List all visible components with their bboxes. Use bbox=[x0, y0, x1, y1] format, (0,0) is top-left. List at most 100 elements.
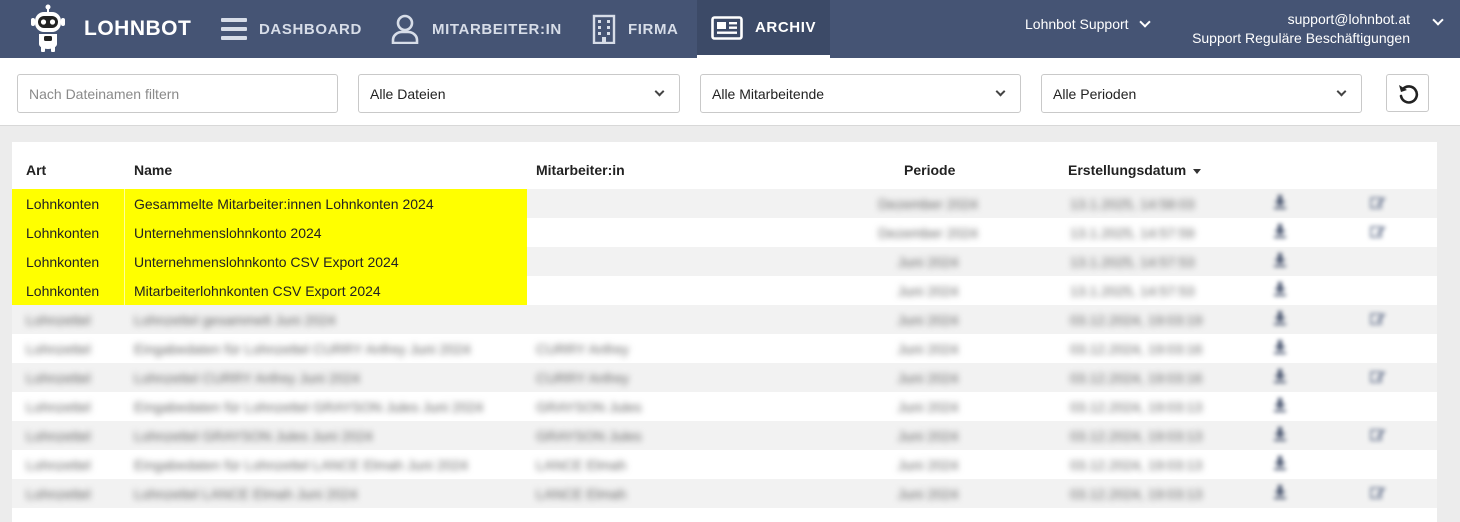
edit-icon[interactable] bbox=[1370, 427, 1386, 444]
cell-period: Dezember 2024 bbox=[878, 196, 978, 212]
download-icon[interactable] bbox=[1274, 224, 1286, 241]
archive-table: Art Name Mitarbeiter:in Periode Erstellu… bbox=[12, 142, 1437, 522]
cell-period: Dezember 2024 bbox=[878, 225, 978, 241]
cell-period: Juni 2024 bbox=[897, 428, 959, 444]
col-employee[interactable]: Mitarbeiter:in bbox=[536, 162, 625, 178]
edit-icon[interactable] bbox=[1370, 224, 1386, 241]
download-icon[interactable] bbox=[1274, 195, 1286, 212]
files-select[interactable]: Alle Dateien bbox=[358, 74, 680, 113]
brand[interactable]: LOHNBOT bbox=[30, 4, 191, 54]
table-row[interactable]: Lohnkonten Unternehmenslohnkonto 2024 Deze… bbox=[12, 218, 1437, 247]
nav-employees[interactable]: MITARBEITER:IN bbox=[390, 0, 570, 58]
download-icon[interactable] bbox=[1274, 340, 1286, 357]
nav-company[interactable]: FIRMA bbox=[592, 0, 692, 58]
cell-created: 03.12.2024, 19:03:13 bbox=[1070, 399, 1203, 415]
nav-dashboard[interactable]: DASHBOARD bbox=[221, 0, 371, 58]
edit-icon[interactable] bbox=[1370, 311, 1386, 328]
cell-type: Lohnkonten bbox=[26, 225, 100, 241]
download-icon[interactable] bbox=[1274, 311, 1286, 328]
support-dropdown[interactable]: Lohnbot Support bbox=[1025, 16, 1151, 32]
cell-name[interactable]: Mitarbeiterlohnkonten CSV Export 2024 bbox=[134, 283, 381, 299]
highlight-divider bbox=[124, 218, 125, 247]
periods-select[interactable]: Alle Perioden bbox=[1041, 74, 1362, 113]
col-created-label: Erstellungsdatum bbox=[1068, 162, 1187, 178]
cell-name[interactable]: Unternehmenslohnkonto 2024 bbox=[134, 225, 322, 241]
col-name[interactable]: Name bbox=[134, 162, 172, 178]
chevron-down-icon bbox=[654, 86, 665, 97]
cell-type: Lohnkonten bbox=[26, 283, 100, 299]
download-icon[interactable] bbox=[1274, 282, 1286, 299]
cell-name[interactable]: Unternehmenslohnkonto CSV Export 2024 bbox=[134, 254, 399, 270]
col-type[interactable]: Art bbox=[26, 162, 46, 178]
cell-name[interactable]: Lohnzettel gesammelt Juni 2024 bbox=[134, 312, 336, 328]
cell-created: 13.1.2025, 14:57:53 bbox=[1070, 254, 1195, 270]
account-email: support@lohnbot.at bbox=[1287, 11, 1410, 27]
menu-icon bbox=[221, 17, 247, 41]
cell-employee: LANCE Elmah bbox=[536, 457, 627, 473]
nav-archive-label: ARCHIV bbox=[755, 19, 817, 36]
table-row[interactable]: Lohnzettel Eingabedaten für Lohnzettel LA… bbox=[12, 450, 1437, 479]
cell-period: Juni 2024 bbox=[897, 399, 959, 415]
cell-name[interactable]: Eingabedaten für Lohnzettel LANCE Elmah … bbox=[134, 457, 468, 473]
table-row[interactable]: Lohnzettel Lohnzettel GRAYSON Jules Juni … bbox=[12, 421, 1437, 450]
newspaper-icon bbox=[711, 15, 743, 40]
cell-name[interactable]: Lohnzettel CURRY Anfrey Juni 2024 bbox=[134, 370, 360, 386]
cell-created: 03.12.2024, 19:03:13 bbox=[1070, 486, 1203, 502]
download-icon[interactable] bbox=[1274, 398, 1286, 415]
table-row[interactable]: Lohnkonten Mitarbeiterlohnkonten CSV Expo… bbox=[12, 276, 1437, 305]
account-menu[interactable]: support@lohnbot.at Support Reguläre Besc… bbox=[1192, 10, 1410, 48]
cell-type: Lohnzettel bbox=[26, 428, 91, 444]
chevron-down-icon[interactable] bbox=[1432, 14, 1444, 26]
chevron-down-icon bbox=[1336, 86, 1347, 97]
download-icon[interactable] bbox=[1274, 253, 1286, 270]
download-icon[interactable] bbox=[1274, 456, 1286, 473]
cell-type: Lohnzettel bbox=[26, 341, 91, 357]
table-row[interactable]: Lohnzettel Lohnzettel CURRY Anfrey Juni 2… bbox=[12, 363, 1437, 392]
sort-desc-icon bbox=[1193, 168, 1202, 174]
cell-created: 03.12.2024, 19:03:19 bbox=[1070, 312, 1203, 328]
download-icon[interactable] bbox=[1274, 485, 1286, 502]
table-row[interactable]: Lohnkonten Gesammelte Mitarbeiter:innen L… bbox=[12, 189, 1437, 218]
cell-type: Lohnkonten bbox=[26, 254, 100, 270]
filename-filter[interactable] bbox=[17, 74, 338, 113]
cell-name[interactable]: Lohnzettel LANCE Elmah Juni 2024 bbox=[134, 486, 357, 502]
cell-created: 03.12.2024, 19:03:16 bbox=[1070, 341, 1203, 357]
cell-employee: CURRY Anfrey bbox=[536, 370, 629, 386]
cell-name[interactable]: Eingabedaten für Lohnzettel CURRY Anfrey… bbox=[134, 341, 471, 357]
filename-filter-input[interactable] bbox=[29, 85, 337, 102]
cell-created: 13.1.2025, 14:57:53 bbox=[1070, 283, 1195, 299]
cell-name[interactable]: Eingabedaten für Lohnzettel GRAYSON Jule… bbox=[134, 399, 483, 415]
table-header: Art Name Mitarbeiter:in Periode Erstellu… bbox=[12, 142, 1437, 189]
table-row[interactable]: Lohnzettel Eingabedaten für Lohnzettel GR… bbox=[12, 392, 1437, 421]
cell-employee: GRAYSON Jules bbox=[536, 428, 642, 444]
edit-icon[interactable] bbox=[1370, 369, 1386, 386]
cell-period: Juni 2024 bbox=[897, 283, 959, 299]
brand-name: LOHNBOT bbox=[84, 17, 192, 40]
table-row[interactable]: Lohnzettel Eingabedaten für Lohnzettel CU… bbox=[12, 334, 1437, 363]
cell-period: Juni 2024 bbox=[897, 486, 959, 502]
cell-created: 13.1.2025, 14:58:03 bbox=[1070, 196, 1195, 212]
nav-employees-label: MITARBEITER:IN bbox=[432, 20, 562, 38]
cell-type: Lohnkonten bbox=[26, 196, 100, 212]
cell-name[interactable]: Gesammelte Mitarbeiter:innen Lohnkonten … bbox=[134, 196, 434, 212]
cell-type: Lohnzettel bbox=[26, 312, 91, 328]
nav-archive[interactable]: ARCHIV bbox=[697, 0, 830, 58]
cell-period: Juni 2024 bbox=[897, 457, 959, 473]
employees-select[interactable]: Alle Mitarbeitende bbox=[700, 74, 1021, 113]
download-icon[interactable] bbox=[1274, 369, 1286, 386]
cell-name[interactable]: Lohnzettel GRAYSON Jules Juni 2024 bbox=[134, 428, 373, 444]
periods-select-value: Alle Perioden bbox=[1053, 85, 1137, 102]
download-icon[interactable] bbox=[1274, 427, 1286, 444]
table-row[interactable]: Lohnzettel Lohnzettel LANCE Elmah Juni 20… bbox=[12, 479, 1437, 508]
cell-created: 03.12.2024, 19:03:13 bbox=[1070, 428, 1203, 444]
cell-period: Juni 2024 bbox=[897, 312, 959, 328]
edit-icon[interactable] bbox=[1370, 485, 1386, 502]
highlight-divider bbox=[124, 247, 125, 276]
col-period[interactable]: Periode bbox=[904, 162, 955, 178]
cell-employee: LANCE Elmah bbox=[536, 486, 627, 502]
col-created-sort[interactable]: Erstellungsdatum bbox=[1068, 162, 1202, 178]
edit-icon[interactable] bbox=[1370, 195, 1386, 212]
table-row[interactable]: Lohnkonten Unternehmenslohnkonto CSV Expo… bbox=[12, 247, 1437, 276]
reset-filters-button[interactable] bbox=[1386, 74, 1429, 112]
table-row[interactable]: Lohnzettel Lohnzettel gesammelt Juni 2024… bbox=[12, 305, 1437, 334]
